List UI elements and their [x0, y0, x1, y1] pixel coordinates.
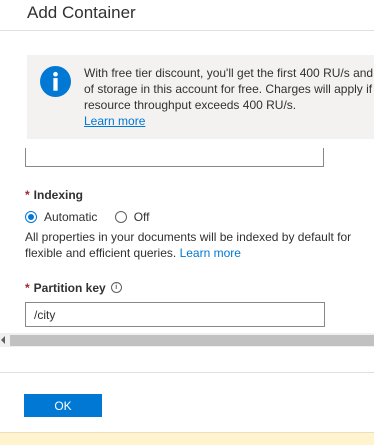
indexing-learn-more-link[interactable]: Learn more	[180, 246, 241, 260]
indexing-automatic-radio[interactable]: Automatic	[25, 210, 97, 224]
required-asterisk: *	[25, 281, 30, 295]
description-line: All properties in your documents will be…	[25, 230, 352, 244]
partition-key-input[interactable]	[25, 302, 325, 327]
notification-bar	[0, 432, 374, 445]
radio-selected-icon[interactable]	[25, 211, 37, 223]
info-circle-icon[interactable]: i	[110, 282, 122, 294]
info-line: With free tier discount, you'll get the …	[84, 66, 374, 80]
indexing-description: All properties in your documents will be…	[25, 229, 370, 261]
indexing-radio-group: Automatic Off	[25, 210, 164, 228]
description-line: flexible and efficient queries.	[25, 246, 177, 260]
scroll-left-arrow-icon[interactable]	[1, 336, 5, 344]
radio-label: Off	[133, 210, 150, 224]
indexing-label: * Indexing	[25, 188, 83, 202]
free-tier-learn-more-link[interactable]: Learn more	[84, 114, 145, 128]
title-divider	[0, 30, 374, 31]
footer-divider	[0, 372, 374, 373]
partition-key-label: * Partition key i	[25, 281, 122, 295]
required-asterisk: *	[25, 188, 30, 202]
horizontal-scrollbar[interactable]	[0, 333, 374, 347]
partial-input-field[interactable]	[25, 148, 324, 167]
info-line: resource throughput exceeds 400 RU/s.	[84, 98, 297, 112]
indexing-label-text: Indexing	[33, 188, 84, 202]
ok-button[interactable]: OK	[24, 394, 102, 417]
info-line: of storage in this account for free. Cha…	[84, 82, 374, 96]
partition-key-label-text: Partition key	[33, 281, 106, 295]
panel-title: Add Container	[27, 3, 136, 22]
indexing-off-radio[interactable]: Off	[114, 210, 150, 224]
free-tier-info-box: With free tier discount, you'll get the …	[27, 55, 374, 139]
add-container-panel: Add Container With free tier discount, y…	[0, 0, 374, 445]
free-tier-info-text: With free tier discount, you'll get the …	[84, 65, 374, 129]
info-icon	[40, 66, 71, 97]
radio-unselected-icon[interactable]	[114, 211, 127, 223]
radio-label: Automatic	[44, 210, 98, 224]
scrollbar-thumb[interactable]	[10, 335, 374, 346]
